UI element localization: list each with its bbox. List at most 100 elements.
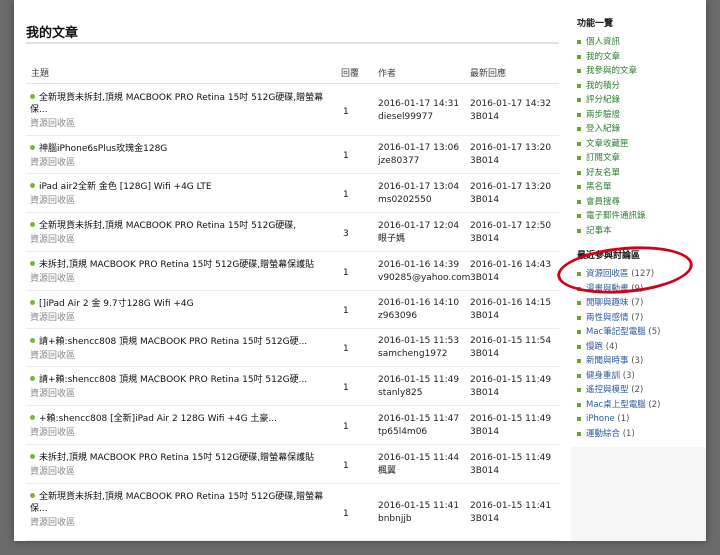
forum-name[interactable]: 運動綜合 <box>586 429 620 439</box>
reply-time: 2016-01-16 14:43 <box>470 260 552 270</box>
sidebar-forum-link[interactable]: 遙控與模型 (2) <box>577 383 660 398</box>
forum-name[interactable]: 遙控與模型 <box>586 385 629 395</box>
forum-link[interactable]: 資源回收區 <box>30 517 330 529</box>
author-link[interactable]: tp65l4m06 <box>378 426 459 439</box>
sidebar-function-link[interactable]: 好友名單 <box>577 166 646 181</box>
reply-author-link[interactable]: 3B014 <box>470 233 551 246</box>
reply-author-link[interactable]: 3B014 <box>470 426 551 439</box>
sidebar-forum-link[interactable]: 新聞與時事 (3) <box>577 354 660 369</box>
reply-author-link[interactable]: 3B014 <box>470 194 551 207</box>
sidebar-function-link[interactable]: 電子郵件通訊錄 <box>577 209 646 224</box>
forum-name[interactable]: 閒聊與趣味 <box>586 298 629 308</box>
sidebar-function-link[interactable]: 黑名單 <box>577 180 646 195</box>
forum-name[interactable]: Mac筆記型電腦 <box>586 327 646 337</box>
author-link[interactable]: jze80377 <box>378 155 459 168</box>
reply-author-link[interactable]: 3B014 <box>470 111 551 124</box>
topic-link[interactable]: +賴:shencc808 [全新]iPad Air 2 128G Wifi +4… <box>39 414 277 424</box>
sidebar-function-link[interactable]: 評分紀錄 <box>577 93 646 108</box>
reply-author-link[interactable]: 3B014 <box>470 387 551 400</box>
forum-link[interactable]: 資源回收區 <box>30 157 330 169</box>
sidebar-function-link[interactable]: 我的文章 <box>577 50 646 65</box>
table-row[interactable]: []iPad Air 2 金 9.7寸128G Wifi +4G 資源回收區 1 20… <box>26 290 559 329</box>
forum-link[interactable]: 資源回收區 <box>30 195 330 207</box>
forum-link[interactable]: 資源回收區 <box>30 234 330 246</box>
author-link[interactable]: z963096 <box>378 310 459 323</box>
table-row[interactable]: 未拆封,頂規 MACBOOK PRO Retina 15吋 512G硬碟,贈螢幕… <box>26 251 559 291</box>
author-link[interactable]: samcheng1972 <box>378 348 459 361</box>
sidebar-function-link[interactable]: 會員搜尋 <box>577 195 646 210</box>
table-row[interactable]: 神腦iPhone6sPlus玫瑰金128G 資源回收區 1 2016-01-17 13… <box>26 135 559 174</box>
forum-link[interactable]: 資源回收區 <box>30 427 330 439</box>
sidebar-function-link[interactable]: 個人資訊 <box>577 35 646 50</box>
table-row[interactable]: iPad air2全新 金色 [128G] Wifi +4G LTE 資源回收區 1… <box>26 173 559 213</box>
reply-author-link[interactable]: 3B014 <box>470 272 551 285</box>
author-link[interactable]: ms0202550 <box>378 194 459 207</box>
forum-link[interactable]: 資源回收區 <box>30 350 330 362</box>
bullet-icon <box>30 493 35 498</box>
reply-author-link[interactable]: 3B014 <box>470 155 551 168</box>
topic-link[interactable]: iPad air2全新 金色 [128G] Wifi +4G LTE <box>39 182 212 192</box>
table-row[interactable]: 全新現貨未拆封,頂規 MACBOOK PRO Retina 15吋 512G硬碟… <box>26 483 559 541</box>
table-row[interactable]: 請+賴:shencc808 頂規 MACBOOK PRO Retina 15吋 … <box>26 328 559 367</box>
author-link[interactable]: v90285@yahoo.com <box>378 272 470 285</box>
forum-link[interactable]: 資源回收區 <box>30 118 330 130</box>
topic-link[interactable]: 未拆封,頂規 MACBOOK PRO Retina 15吋 512G硬碟,贈螢幕… <box>39 260 314 270</box>
table-row[interactable]: 請+賴:shencc808 頂規 MACBOOK PRO Retina 15吋 … <box>26 366 559 406</box>
forum-link[interactable]: 資源回收區 <box>30 312 330 324</box>
reply-time: 2016-01-15 11:49 <box>470 453 552 463</box>
author-cell: 2016-01-17 14:31 diesel99977 <box>378 98 459 124</box>
forum-name[interactable]: Mac桌上型電腦 <box>586 400 646 410</box>
reply-author-link[interactable]: 3B014 <box>470 513 551 526</box>
table-row[interactable]: +賴:shencc808 [全新]iPad Air 2 128G Wifi +4… <box>26 405 559 445</box>
sidebar-function-link[interactable]: 我參與的文章 <box>577 64 646 79</box>
forum-link[interactable]: 資源回收區 <box>30 388 330 400</box>
author-link[interactable]: 楓翼 <box>378 465 459 478</box>
sidebar-forum-link[interactable]: 運動綜合 (1) <box>577 427 660 442</box>
sidebar-forum-link[interactable]: 兩性與感情 (7) <box>577 311 660 326</box>
topic-link[interactable]: 神腦iPhone6sPlus玫瑰金128G <box>39 144 167 154</box>
author-link[interactable]: stanly825 <box>378 387 459 400</box>
sidebar-function-link[interactable]: 登入紀錄 <box>577 122 646 137</box>
sidebar-forum-link[interactable]: Mac筆記型電腦 (5) <box>577 325 660 340</box>
sidebar-forum-link[interactable]: iPhone (1) <box>577 412 660 427</box>
topic-link[interactable]: 未拆封,頂規 MACBOOK PRO Retina 15吋 512G硬碟,贈螢幕… <box>39 453 314 463</box>
author-link[interactable]: 眼子媽 <box>378 233 459 246</box>
sidebar-forum-link[interactable]: 閒聊與趣味 (7) <box>577 296 660 311</box>
sidebar-function-link[interactable]: 文章收藏匣 <box>577 137 646 152</box>
topic-link[interactable]: 全新現貨未拆封,頂規 MACBOOK PRO Retina 15吋 512G硬碟… <box>39 221 296 231</box>
reply-count: 1 <box>343 422 349 432</box>
topic-link[interactable]: 請+賴:shencc808 頂規 MACBOOK PRO Retina 15吋 … <box>39 375 307 385</box>
sidebar-function-link[interactable]: 記事本 <box>577 224 646 239</box>
forum-name[interactable]: iPhone <box>586 414 615 424</box>
author-link[interactable]: diesel99977 <box>378 111 459 124</box>
sidebar-function-link[interactable]: 我的積分 <box>577 79 646 94</box>
sidebar-function-link[interactable]: 訂閱文章 <box>577 151 646 166</box>
topic-link[interactable]: 全新現貨未拆封,頂規 MACBOOK PRO Retina 15吋 512G硬碟… <box>30 492 323 514</box>
forum-name[interactable]: 新聞與時事 <box>586 356 629 366</box>
topic-link[interactable]: []iPad Air 2 金 9.7寸128G Wifi +4G <box>39 299 194 309</box>
post-time: 2016-01-15 11:41 <box>378 501 460 511</box>
sidebar-forum-link[interactable]: 慢跑 (4) <box>577 340 660 355</box>
forum-name[interactable]: 兩性與感情 <box>586 313 629 323</box>
sidebar-forum-link[interactable]: Mac桌上型電腦 (2) <box>577 398 660 413</box>
author-link[interactable]: bnbnjjb <box>378 513 459 526</box>
forum-count: (2) <box>631 385 644 395</box>
forum-link[interactable]: 資源回收區 <box>30 466 330 478</box>
author-cell: 2016-01-15 11:49 stanly825 <box>378 374 459 400</box>
table-row[interactable]: 全新現貨未拆封,頂規 MACBOOK PRO Retina 15吋 512G硬碟… <box>26 84 559 136</box>
forum-name[interactable]: 健身重訓 <box>586 371 620 381</box>
forum-link[interactable]: 資源回收區 <box>30 273 330 285</box>
column-header-replies: 回覆 <box>341 69 360 79</box>
reply-time: 2016-01-15 11:49 <box>470 414 552 424</box>
table-row[interactable]: 未拆封,頂規 MACBOOK PRO Retina 15吋 512G硬碟,贈螢幕… <box>26 444 559 484</box>
reply-author-link[interactable]: 3B014 <box>470 348 551 361</box>
table-row[interactable]: 全新現貨未拆封,頂規 MACBOOK PRO Retina 15吋 512G硬碟… <box>26 212 559 252</box>
latest-reply-cell: 2016-01-15 11:49 3B014 <box>470 413 551 439</box>
sidebar-function-link[interactable]: 兩步驗證 <box>577 108 646 123</box>
reply-author-link[interactable]: 3B014 <box>470 465 551 478</box>
topic-link[interactable]: 請+賴:shencc808 頂規 MACBOOK PRO Retina 15吋 … <box>39 337 307 347</box>
sidebar-forum-link[interactable]: 健身重訓 (3) <box>577 369 660 384</box>
forum-name[interactable]: 慢跑 <box>586 342 603 352</box>
topic-link[interactable]: 全新現貨未拆封,頂規 MACBOOK PRO Retina 15吋 512G硬碟… <box>30 93 323 115</box>
reply-author-link[interactable]: 3B014 <box>470 310 551 323</box>
